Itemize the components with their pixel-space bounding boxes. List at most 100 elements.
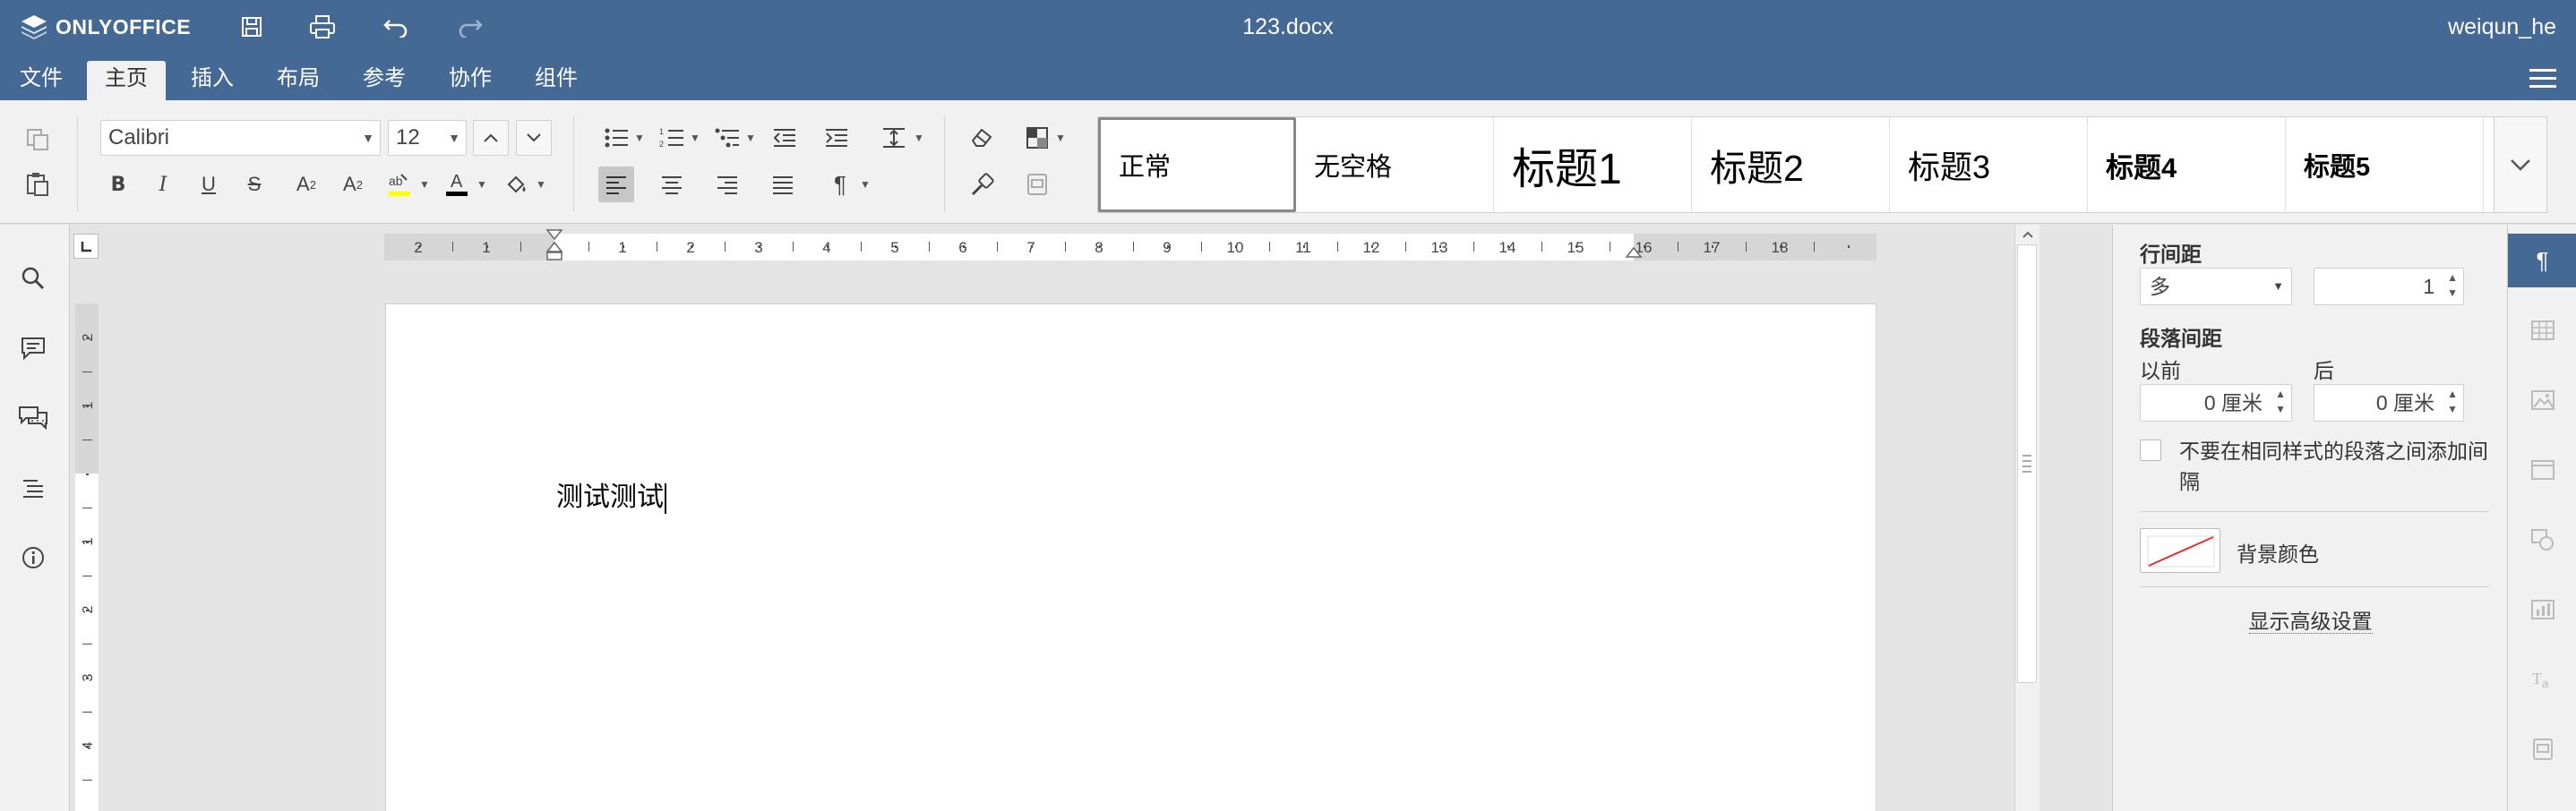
space-after-input[interactable]: 0 厘米 ▲ ▼ bbox=[2314, 384, 2464, 422]
shape-settings-tab[interactable] bbox=[2508, 513, 2576, 567]
multilevel-list-icon[interactable] bbox=[709, 120, 745, 156]
ruler-tick bbox=[1133, 242, 1134, 252]
space-after-value: 0 厘米 bbox=[2375, 391, 2434, 414]
chevron-down-icon[interactable]: ▼ bbox=[534, 166, 548, 202]
spinner-icon[interactable]: ▲ ▼ bbox=[2447, 270, 2458, 301]
vertical-ruler[interactable]: 2111234 bbox=[75, 303, 99, 811]
chevron-down-icon[interactable]: ▼ bbox=[858, 166, 872, 202]
copy-icon[interactable] bbox=[20, 122, 56, 158]
increase-indent-icon[interactable] bbox=[819, 120, 854, 156]
paragraph-settings-tab[interactable]: ¶ bbox=[2508, 234, 2576, 287]
ruler-label: 5 bbox=[890, 239, 898, 256]
spinner-icon[interactable]: ▲ ▼ bbox=[2447, 387, 2458, 417]
advanced-settings-link[interactable]: 显示高级设置 bbox=[2248, 610, 2373, 634]
chat-icon[interactable] bbox=[15, 400, 51, 436]
chevron-down-icon[interactable]: ▼ bbox=[1053, 120, 1068, 156]
decrease-indent-icon[interactable] bbox=[767, 120, 803, 156]
copy-style-icon[interactable] bbox=[964, 166, 1000, 202]
horizontal-ruler[interactable]: 2 1 1 2 3 4 5 6 7 8 9 10 11 12 13 14 15 16 17 18 bbox=[384, 229, 1876, 260]
space-before-input[interactable]: 0 厘米 ▲ ▼ bbox=[2140, 384, 2292, 422]
font-name-select[interactable]: Calibri ▼ bbox=[100, 120, 381, 156]
paragraph-mark-icon[interactable]: ¶ bbox=[822, 166, 858, 202]
mail-merge-icon[interactable] bbox=[1019, 166, 1055, 202]
chevron-down-icon[interactable]: ▼ bbox=[688, 120, 702, 156]
comments-icon[interactable] bbox=[15, 330, 51, 366]
indent-marker-icon[interactable] bbox=[544, 228, 565, 264]
table-settings-tab[interactable] bbox=[2508, 303, 2576, 357]
line-spacing-icon[interactable] bbox=[876, 120, 912, 156]
tab-insert[interactable]: 插入 bbox=[173, 61, 252, 100]
chevron-down-icon[interactable]: ▼ bbox=[632, 120, 647, 156]
bold-icon[interactable]: B bbox=[100, 166, 136, 202]
search-icon[interactable] bbox=[15, 260, 51, 296]
style-heading-4[interactable]: 标题4 bbox=[2088, 117, 2286, 212]
chevron-down-icon[interactable]: ▼ bbox=[475, 166, 489, 202]
strikethrough-icon[interactable]: S bbox=[236, 166, 272, 202]
image-settings-tab[interactable] bbox=[2508, 373, 2576, 427]
shading-icon[interactable] bbox=[498, 166, 534, 202]
tab-stop-selector[interactable] bbox=[73, 234, 99, 259]
justify-icon[interactable] bbox=[765, 166, 801, 202]
more-styles-button[interactable] bbox=[2494, 116, 2547, 213]
style-heading-3[interactable]: 标题3 bbox=[1890, 117, 2088, 212]
info-icon[interactable] bbox=[15, 540, 51, 576]
underline-icon[interactable]: U bbox=[191, 166, 227, 202]
line-spacing-value-input[interactable]: 1 ▲ ▼ bbox=[2314, 268, 2464, 305]
background-color-picker[interactable] bbox=[2140, 528, 2220, 573]
style-normal[interactable]: 正常 bbox=[1098, 117, 1296, 212]
font-size-select[interactable]: 12 ▼ bbox=[388, 120, 467, 156]
clear-style-icon[interactable] bbox=[964, 120, 1000, 156]
color-scheme-icon[interactable] bbox=[1019, 120, 1055, 156]
style-heading-2[interactable]: 标题2 bbox=[1692, 117, 1890, 212]
tab-file[interactable]: 文件 bbox=[2, 61, 81, 100]
chevron-down-icon[interactable]: ▼ bbox=[417, 166, 432, 202]
highlight-color-icon[interactable]: ab bbox=[382, 166, 417, 202]
scroll-thumb[interactable] bbox=[2017, 244, 2037, 683]
style-heading-2-label: 标题2 bbox=[1710, 148, 1804, 189]
subscript-icon[interactable]: A2 bbox=[335, 166, 371, 202]
style-heading-1[interactable]: 标题1 bbox=[1494, 117, 1692, 212]
align-right-icon[interactable] bbox=[709, 166, 745, 202]
user-name[interactable]: weiqun_he bbox=[2448, 14, 2556, 40]
italic-icon[interactable]: I bbox=[145, 166, 181, 202]
align-left-icon[interactable] bbox=[598, 166, 634, 202]
superscript-icon[interactable]: A2 bbox=[288, 166, 324, 202]
style-no-spacing-label: 无空格 bbox=[1314, 153, 1393, 182]
chart-settings-tab[interactable] bbox=[2508, 583, 2576, 636]
tab-references[interactable]: 参考 bbox=[345, 61, 424, 100]
font-color-icon[interactable]: A bbox=[439, 166, 475, 202]
right-indent-marker-icon[interactable] bbox=[1623, 243, 1644, 260]
ruler-label: 18 bbox=[1772, 239, 1789, 256]
numbered-list-icon[interactable]: 12 bbox=[654, 120, 690, 156]
tab-collaboration[interactable]: 协作 bbox=[431, 61, 510, 100]
document-paragraph[interactable]: 测试测试 bbox=[556, 474, 666, 514]
tab-plugins[interactable]: 组件 bbox=[517, 61, 596, 100]
mail-merge-settings-tab[interactable] bbox=[2508, 722, 2576, 776]
navigation-icon[interactable] bbox=[15, 470, 51, 506]
style-heading-5[interactable]: 标题5 bbox=[2286, 117, 2484, 212]
chevron-down-icon[interactable]: ▼ bbox=[912, 120, 926, 156]
header-footer-settings-tab[interactable] bbox=[2508, 443, 2576, 497]
tab-home[interactable]: 主页 bbox=[87, 61, 166, 100]
scroll-up-icon[interactable] bbox=[2021, 230, 2035, 239]
decrease-font-button[interactable] bbox=[516, 120, 552, 156]
ruler-tick bbox=[82, 644, 92, 645]
style-no-spacing[interactable]: 无空格 bbox=[1296, 117, 1494, 212]
line-spacing-mode-select[interactable]: 多 ▼ bbox=[2140, 268, 2292, 305]
menu-icon[interactable] bbox=[2528, 66, 2558, 90]
align-center-icon[interactable] bbox=[654, 166, 690, 202]
before-label: 以前 bbox=[2140, 359, 2181, 382]
bullet-list-icon[interactable] bbox=[598, 120, 634, 156]
textart-settings-tab[interactable]: Ta bbox=[2508, 653, 2576, 706]
chevron-down-icon[interactable]: ▼ bbox=[743, 120, 758, 156]
paste-icon[interactable] bbox=[20, 166, 56, 202]
document-page[interactable]: 测试测试 bbox=[385, 303, 1876, 811]
tab-layout[interactable]: 布局 bbox=[259, 61, 338, 100]
no-space-checkbox[interactable] bbox=[2140, 440, 2161, 461]
document-canvas[interactable]: 2 1 1 2 3 4 5 6 7 8 9 10 11 12 13 14 15 16 17 18 2111234 测试… bbox=[71, 225, 2085, 811]
increase-font-button[interactable] bbox=[473, 120, 509, 156]
spinner-icon[interactable]: ▲ ▼ bbox=[2275, 387, 2286, 417]
vertical-scrollbar[interactable] bbox=[2014, 225, 2039, 811]
ruler-tick bbox=[1201, 242, 1202, 252]
no-space-checkbox-label[interactable]: 不要在相同样式的段落之间添加间隔 bbox=[2179, 436, 2493, 497]
